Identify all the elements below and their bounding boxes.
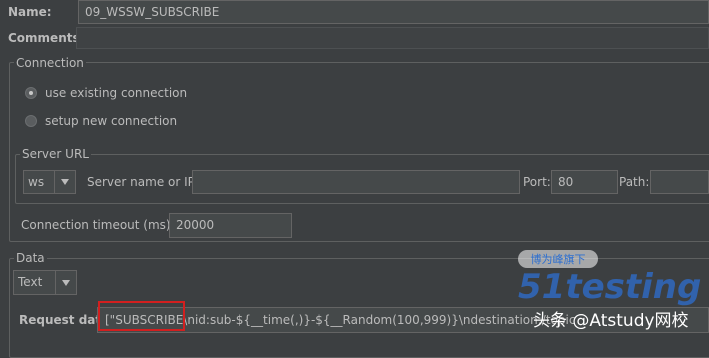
use-existing-connection-label[interactable]: use existing connection (45, 85, 187, 101)
chevron-down-icon[interactable] (55, 271, 76, 294)
port-field[interactable]: 80 (551, 170, 618, 194)
data-type-value: Text (18, 275, 43, 289)
name-label: Name: (8, 5, 52, 19)
connection-legend: Connection (14, 56, 86, 70)
data-legend: Data (14, 251, 47, 265)
request-data-field[interactable]: ["SUBSCRIBE\nid:sub-${__time(,)}-${__Ran… (97, 307, 709, 333)
path-field[interactable] (650, 170, 709, 194)
name-field[interactable]: 09_WSSW_SUBSCRIBE (78, 0, 709, 24)
chevron-down-icon[interactable] (54, 171, 75, 193)
connection-timeout-label: Connection timeout (ms): (21, 218, 175, 232)
server-name-field[interactable] (192, 170, 520, 194)
setup-new-connection-label[interactable]: setup new connection (45, 113, 177, 129)
server-url-legend: Server URL (20, 147, 91, 161)
server-name-label: Server name or IP: (87, 175, 199, 189)
data-type-select[interactable]: Text (13, 270, 77, 295)
comments-field[interactable] (76, 27, 709, 49)
path-label: Path: (619, 175, 650, 189)
comments-label: Comments: (8, 31, 85, 45)
use-existing-connection-radio[interactable] (25, 87, 37, 99)
protocol-select[interactable]: ws (23, 170, 76, 194)
setup-new-connection-radio[interactable] (25, 115, 37, 127)
highlight-box (98, 301, 185, 331)
port-label: Port: (523, 175, 551, 189)
connection-timeout-field[interactable]: 20000 (169, 213, 292, 238)
protocol-value: ws (28, 175, 45, 189)
